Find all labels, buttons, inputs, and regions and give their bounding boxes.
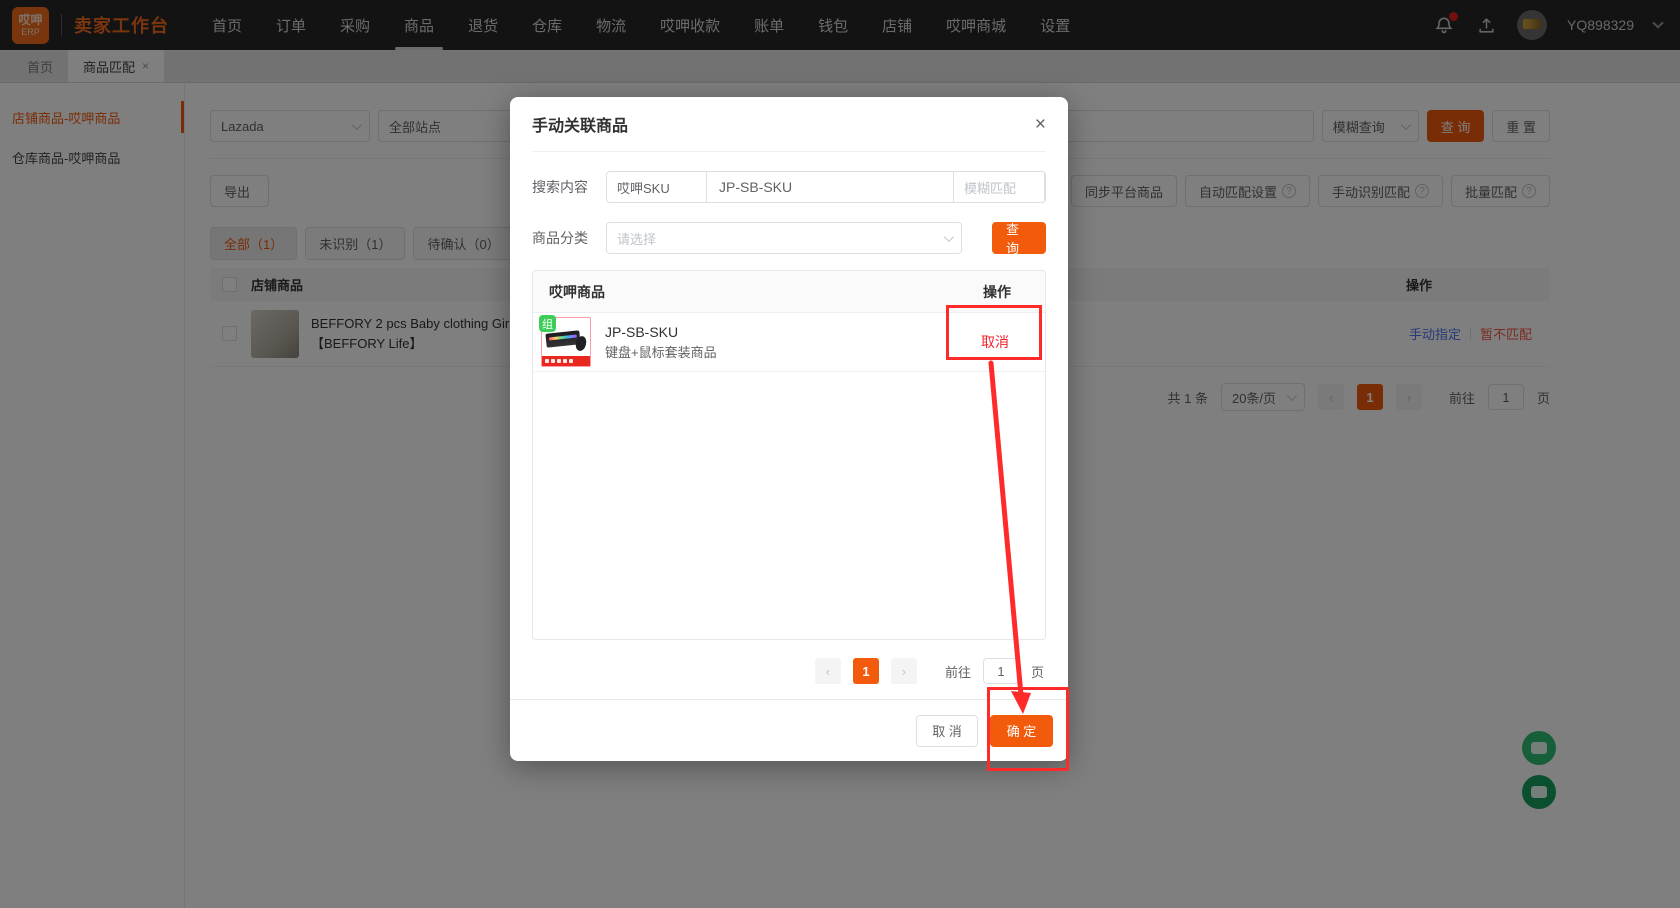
list-row-name: 键盘+鼠标套装商品: [605, 343, 717, 363]
modal-query-button[interactable]: 查 询: [992, 222, 1046, 254]
modal-search-row: 搜索内容 哎呷SKU 模糊匹配: [532, 171, 1046, 203]
modal-confirm-button[interactable]: 确 定: [990, 715, 1053, 747]
search-type-select[interactable]: 哎呷SKU: [607, 172, 707, 202]
modal-footer: 取 消 确 定: [510, 699, 1068, 761]
caret-down-icon: [944, 232, 954, 242]
search-type-value: 哎呷SKU: [617, 178, 670, 197]
search-label: 搜索内容: [532, 177, 594, 197]
modal-product-list: 哎呷商品 操作 组 JP-SB-SKU 键盘+鼠标套装商品 取消: [532, 270, 1046, 640]
cancel-association-link[interactable]: 取消: [981, 332, 1009, 352]
col-operation: 操作: [983, 282, 1011, 302]
list-row-sku: JP-SB-SKU: [605, 322, 717, 343]
match-mode-value: 模糊匹配: [964, 178, 1016, 197]
modal-next-page-button[interactable]: ›: [891, 658, 917, 684]
modal-pagination: ‹ 1 › 前往 页: [532, 658, 1046, 684]
modal-page-unit-label: 页: [1031, 662, 1044, 681]
modal-close-icon[interactable]: ×: [1035, 115, 1046, 134]
modal-title: 手动关联商品: [532, 112, 628, 136]
modal-goto-page-input[interactable]: [983, 658, 1019, 684]
match-mode-select[interactable]: 模糊匹配: [953, 172, 1045, 202]
modal-current-page[interactable]: 1: [853, 658, 879, 684]
promo-strip: [542, 356, 590, 366]
modal-prev-page-button[interactable]: ‹: [815, 658, 841, 684]
sku-search-input[interactable]: [707, 172, 953, 202]
list-header: 哎呷商品 操作: [533, 271, 1045, 313]
modal-category-row: 商品分类 请选择 查 询: [532, 222, 1046, 254]
category-placeholder: 请选择: [617, 229, 656, 248]
search-input-group: 哎呷SKU 模糊匹配: [606, 171, 1046, 203]
category-select[interactable]: 请选择: [606, 222, 962, 254]
category-label: 商品分类: [532, 228, 594, 248]
bundle-badge: 组: [539, 315, 556, 332]
modal-goto-label: 前往: [945, 662, 971, 681]
col-aiya-product: 哎呷商品: [549, 282, 605, 302]
list-row: 组 JP-SB-SKU 键盘+鼠标套装商品 取消: [533, 313, 1045, 372]
keyboard-mouse-thumbnail: 组: [541, 317, 591, 367]
modal-header: 手动关联商品 ×: [532, 97, 1046, 152]
manual-associate-modal: 手动关联商品 × 搜索内容 哎呷SKU 模糊匹配 商品分类 请选择 查 询 哎呷…: [510, 97, 1068, 761]
modal-cancel-button[interactable]: 取 消: [916, 715, 978, 747]
